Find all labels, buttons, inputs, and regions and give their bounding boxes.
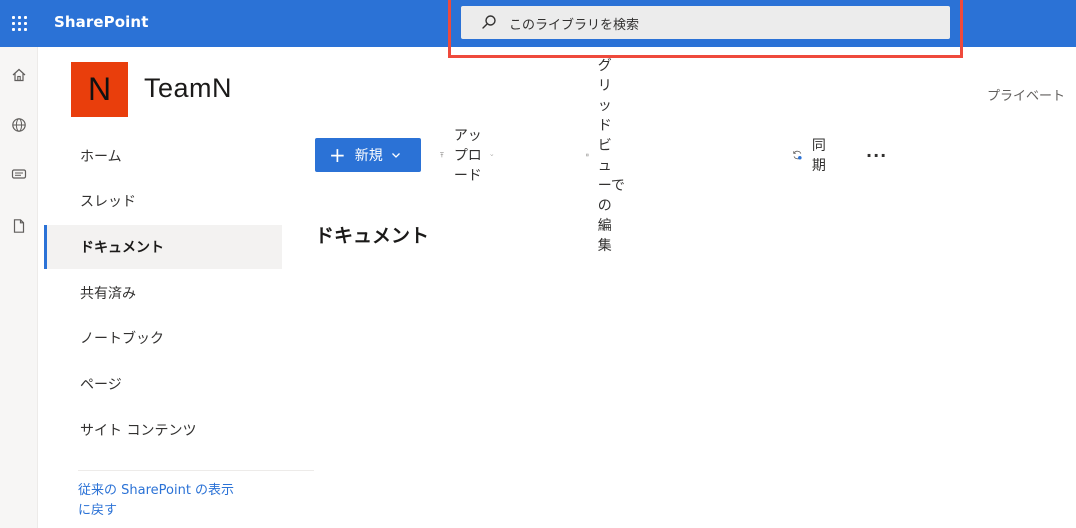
page-title: ドキュメント: [315, 225, 430, 247]
grid-view-edit-label: グリッド ビューでの編集: [597, 58, 625, 254]
nav-item-notebook[interactable]: ノートブック: [44, 316, 282, 360]
privacy-label: プライベート: [987, 89, 1066, 104]
search-icon: [482, 15, 496, 29]
chevron-down-icon: [391, 153, 400, 158]
nav-item-label: ホーム: [80, 149, 122, 165]
classic-link-line1: 従来の SharePoint の表示: [78, 483, 235, 498]
nav-item-threads[interactable]: スレッド: [44, 179, 282, 223]
nav-item-home[interactable]: ホーム: [44, 134, 282, 178]
nav-item-label: 共有済み: [80, 286, 136, 302]
plus-icon: +: [329, 143, 346, 167]
rail-files-button[interactable]: [0, 208, 38, 244]
nav-divider: [78, 470, 314, 471]
sync-icon: [793, 150, 802, 160]
news-icon: [11, 169, 27, 179]
left-navigation: ホーム スレッド ドキュメント 共有済み ノートブック ページ サイト コンテン…: [44, 131, 314, 528]
sync-button[interactable]: 同期: [792, 138, 831, 174]
new-button-label: 新規: [354, 148, 383, 164]
new-button[interactable]: + 新規: [315, 138, 421, 172]
nav-item-site-contents[interactable]: サイト コンテンツ: [44, 408, 282, 452]
upload-button[interactable]: アップロード: [439, 128, 494, 184]
rail-news-button[interactable]: [0, 156, 38, 192]
upload-label: アップロード: [453, 128, 482, 184]
sync-label: 同期: [811, 138, 826, 174]
grid-view-edit-button[interactable]: グリッド ビューでの編集: [586, 58, 625, 254]
rail-home-button[interactable]: [0, 57, 38, 93]
app-rail: [0, 47, 38, 528]
nav-item-label: サイト コンテンツ: [80, 423, 197, 439]
nav-item-documents[interactable]: ドキュメント: [44, 225, 282, 269]
app-name[interactable]: SharePoint: [54, 13, 148, 31]
grid-icon: [586, 153, 589, 157]
home-icon: [12, 68, 26, 82]
nav-item-label: ページ: [80, 377, 122, 393]
file-icon: [13, 219, 25, 233]
nav-item-label: ドキュメント: [80, 240, 164, 256]
more-icon: ···: [866, 145, 888, 165]
upload-icon: [440, 152, 444, 158]
app-launcher-icon: [11, 16, 27, 31]
search-placeholder: このライブラリを検索: [509, 18, 640, 33]
app-launcher-button[interactable]: [0, 0, 38, 47]
search-input[interactable]: このライブラリを検索: [461, 6, 950, 39]
nav-item-label: スレッド: [80, 194, 136, 210]
globe-icon: [12, 118, 26, 132]
classic-link-line2: に戻す: [78, 503, 118, 518]
chevron-down-icon: [490, 154, 494, 157]
return-to-classic-link[interactable]: 従来の SharePoint の表示 に戻す: [78, 481, 278, 521]
more-commands-button[interactable]: ···: [866, 138, 887, 172]
site-logo[interactable]: N: [71, 62, 128, 117]
nav-item-shared[interactable]: 共有済み: [44, 271, 282, 315]
nav-item-pages[interactable]: ページ: [44, 362, 282, 406]
rail-sites-button[interactable]: [0, 107, 38, 143]
nav-item-label: ノートブック: [80, 331, 164, 347]
site-title[interactable]: TeamN: [144, 73, 232, 104]
